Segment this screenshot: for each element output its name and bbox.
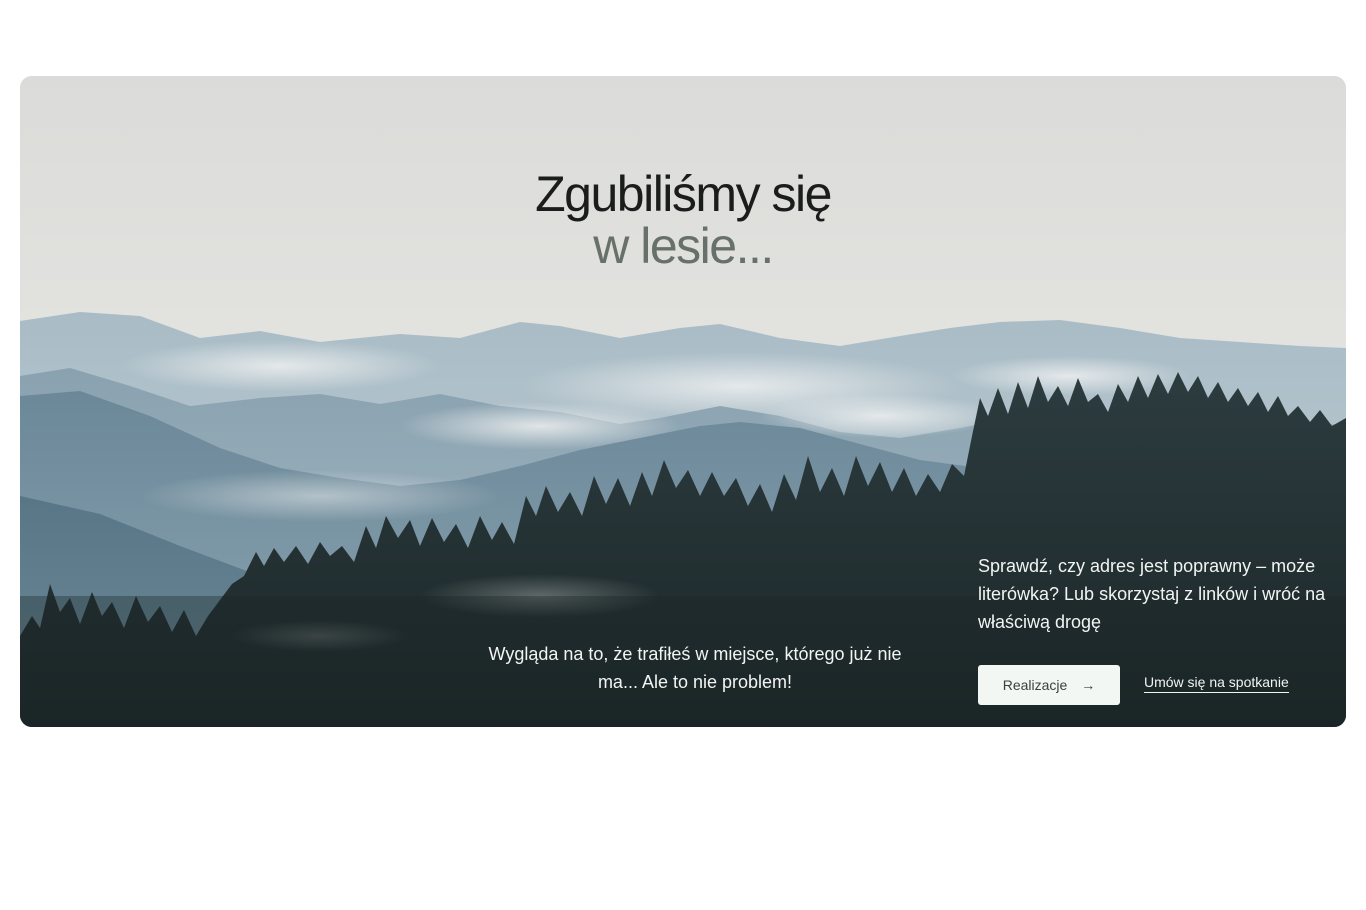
page-title: Zgubiliśmy się w lesie... [20, 168, 1346, 272]
hero-banner: Zgubiliśmy się w lesie... Wygląda na to,… [20, 76, 1346, 727]
meeting-link[interactable]: Umów się na spotkanie [1144, 674, 1289, 693]
realizacje-button[interactable]: Realizacje → [978, 665, 1120, 705]
title-line-2: w lesie... [593, 218, 774, 274]
arrow-right-icon: → [1081, 677, 1096, 693]
title-line-1: Zgubiliśmy się [535, 166, 832, 222]
realizacje-button-label: Realizacje [1002, 677, 1068, 693]
help-text: Sprawdź, czy adres jest poprawny – może … [978, 556, 1326, 632]
not-found-message: Wygląda na to, że trafiłeś w miejsce, kt… [488, 644, 902, 692]
